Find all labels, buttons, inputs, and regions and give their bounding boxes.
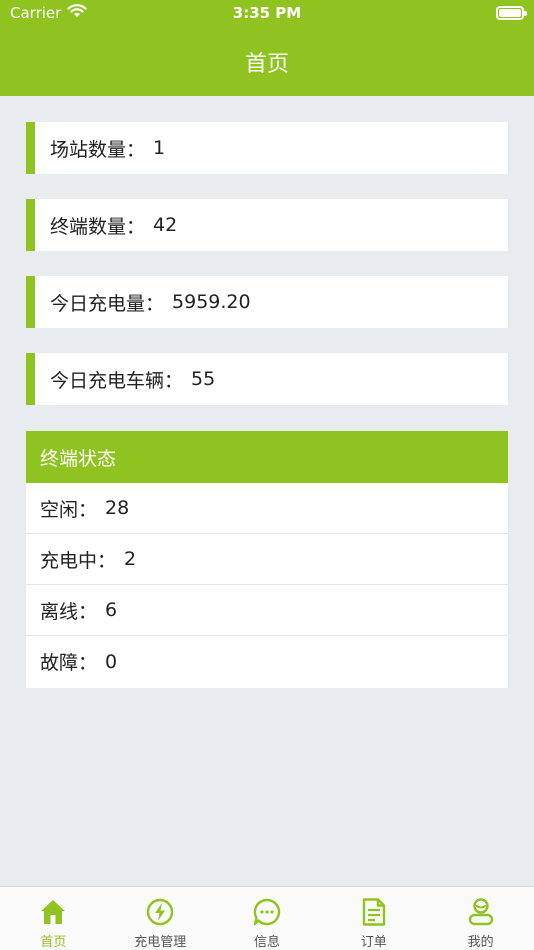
stat-value: 1 (153, 137, 166, 159)
page-title: 首页 (244, 52, 289, 77)
tab-label: 信息 (253, 935, 280, 950)
document-icon (362, 898, 385, 926)
stat-value: 55 (191, 368, 216, 390)
stat-card-terminals: 终端数量： 42 (26, 199, 508, 251)
status-value: 28 (105, 497, 130, 519)
status-value: 2 (124, 548, 137, 570)
stat-card-today-vehicles: 今日充电车辆： 55 (26, 353, 508, 405)
home-icon (41, 900, 66, 924)
message-icon (253, 898, 281, 926)
tab-profile[interactable]: 我的 (427, 887, 534, 950)
tab-messages[interactable]: 信息 (214, 887, 321, 950)
home-screen: 首页 Carrier 3:35 PM 场站数量： 1 终端数量： 42 今日充电… (0, 0, 534, 950)
tab-bar: 首页 充电管理 信息 订单 我的 (0, 886, 534, 950)
status-label: 离线： (40, 600, 98, 623)
stat-label: 场站数量： (50, 138, 146, 161)
lightning-icon (146, 898, 174, 926)
tab-label: 我的 (467, 935, 494, 950)
stat-value: 5959.20 (172, 291, 251, 313)
status-row-fault: 故障： 0 (26, 636, 508, 687)
tab-orders[interactable]: 订单 (320, 887, 427, 950)
status-row-offline: 离线： 6 (26, 585, 508, 636)
tab-charging-management[interactable]: 充电管理 (107, 887, 214, 950)
tab-label: 首页 (40, 935, 67, 950)
stat-label: 终端数量： (50, 215, 146, 238)
tab-label: 订单 (360, 935, 387, 950)
status-time: 3:35 PM (232, 4, 302, 22)
tab-label: 充电管理 (134, 935, 187, 950)
status-label: 充电中： (40, 549, 117, 572)
user-icon (468, 898, 493, 926)
stat-value: 42 (153, 214, 178, 236)
status-label: 故障： (40, 652, 98, 674)
tab-home[interactable]: 首页 (0, 887, 107, 950)
stat-card-today-energy: 今日充电量： 5959.20 (26, 276, 508, 328)
terminal-status-panel: 终端状态 空闲： 28 充电中： 2 离线： 6 故障： 0 (26, 431, 508, 688)
status-bar: Carrier 3:35 PM (0, 0, 534, 28)
stat-card-stations: 场站数量： 1 (26, 122, 508, 174)
status-row-charging: 充电中： 2 (26, 534, 508, 585)
status-row-idle: 空闲： 28 (26, 483, 508, 534)
status-label: 空闲： (40, 498, 98, 521)
status-value: 6 (105, 599, 118, 621)
stat-label: 今日充电车辆： (50, 369, 184, 392)
battery-icon (496, 6, 527, 20)
stat-label: 今日充电量： (50, 292, 165, 315)
status-value: 0 (105, 650, 118, 673)
terminal-status-title: 终端状态 (26, 431, 508, 483)
